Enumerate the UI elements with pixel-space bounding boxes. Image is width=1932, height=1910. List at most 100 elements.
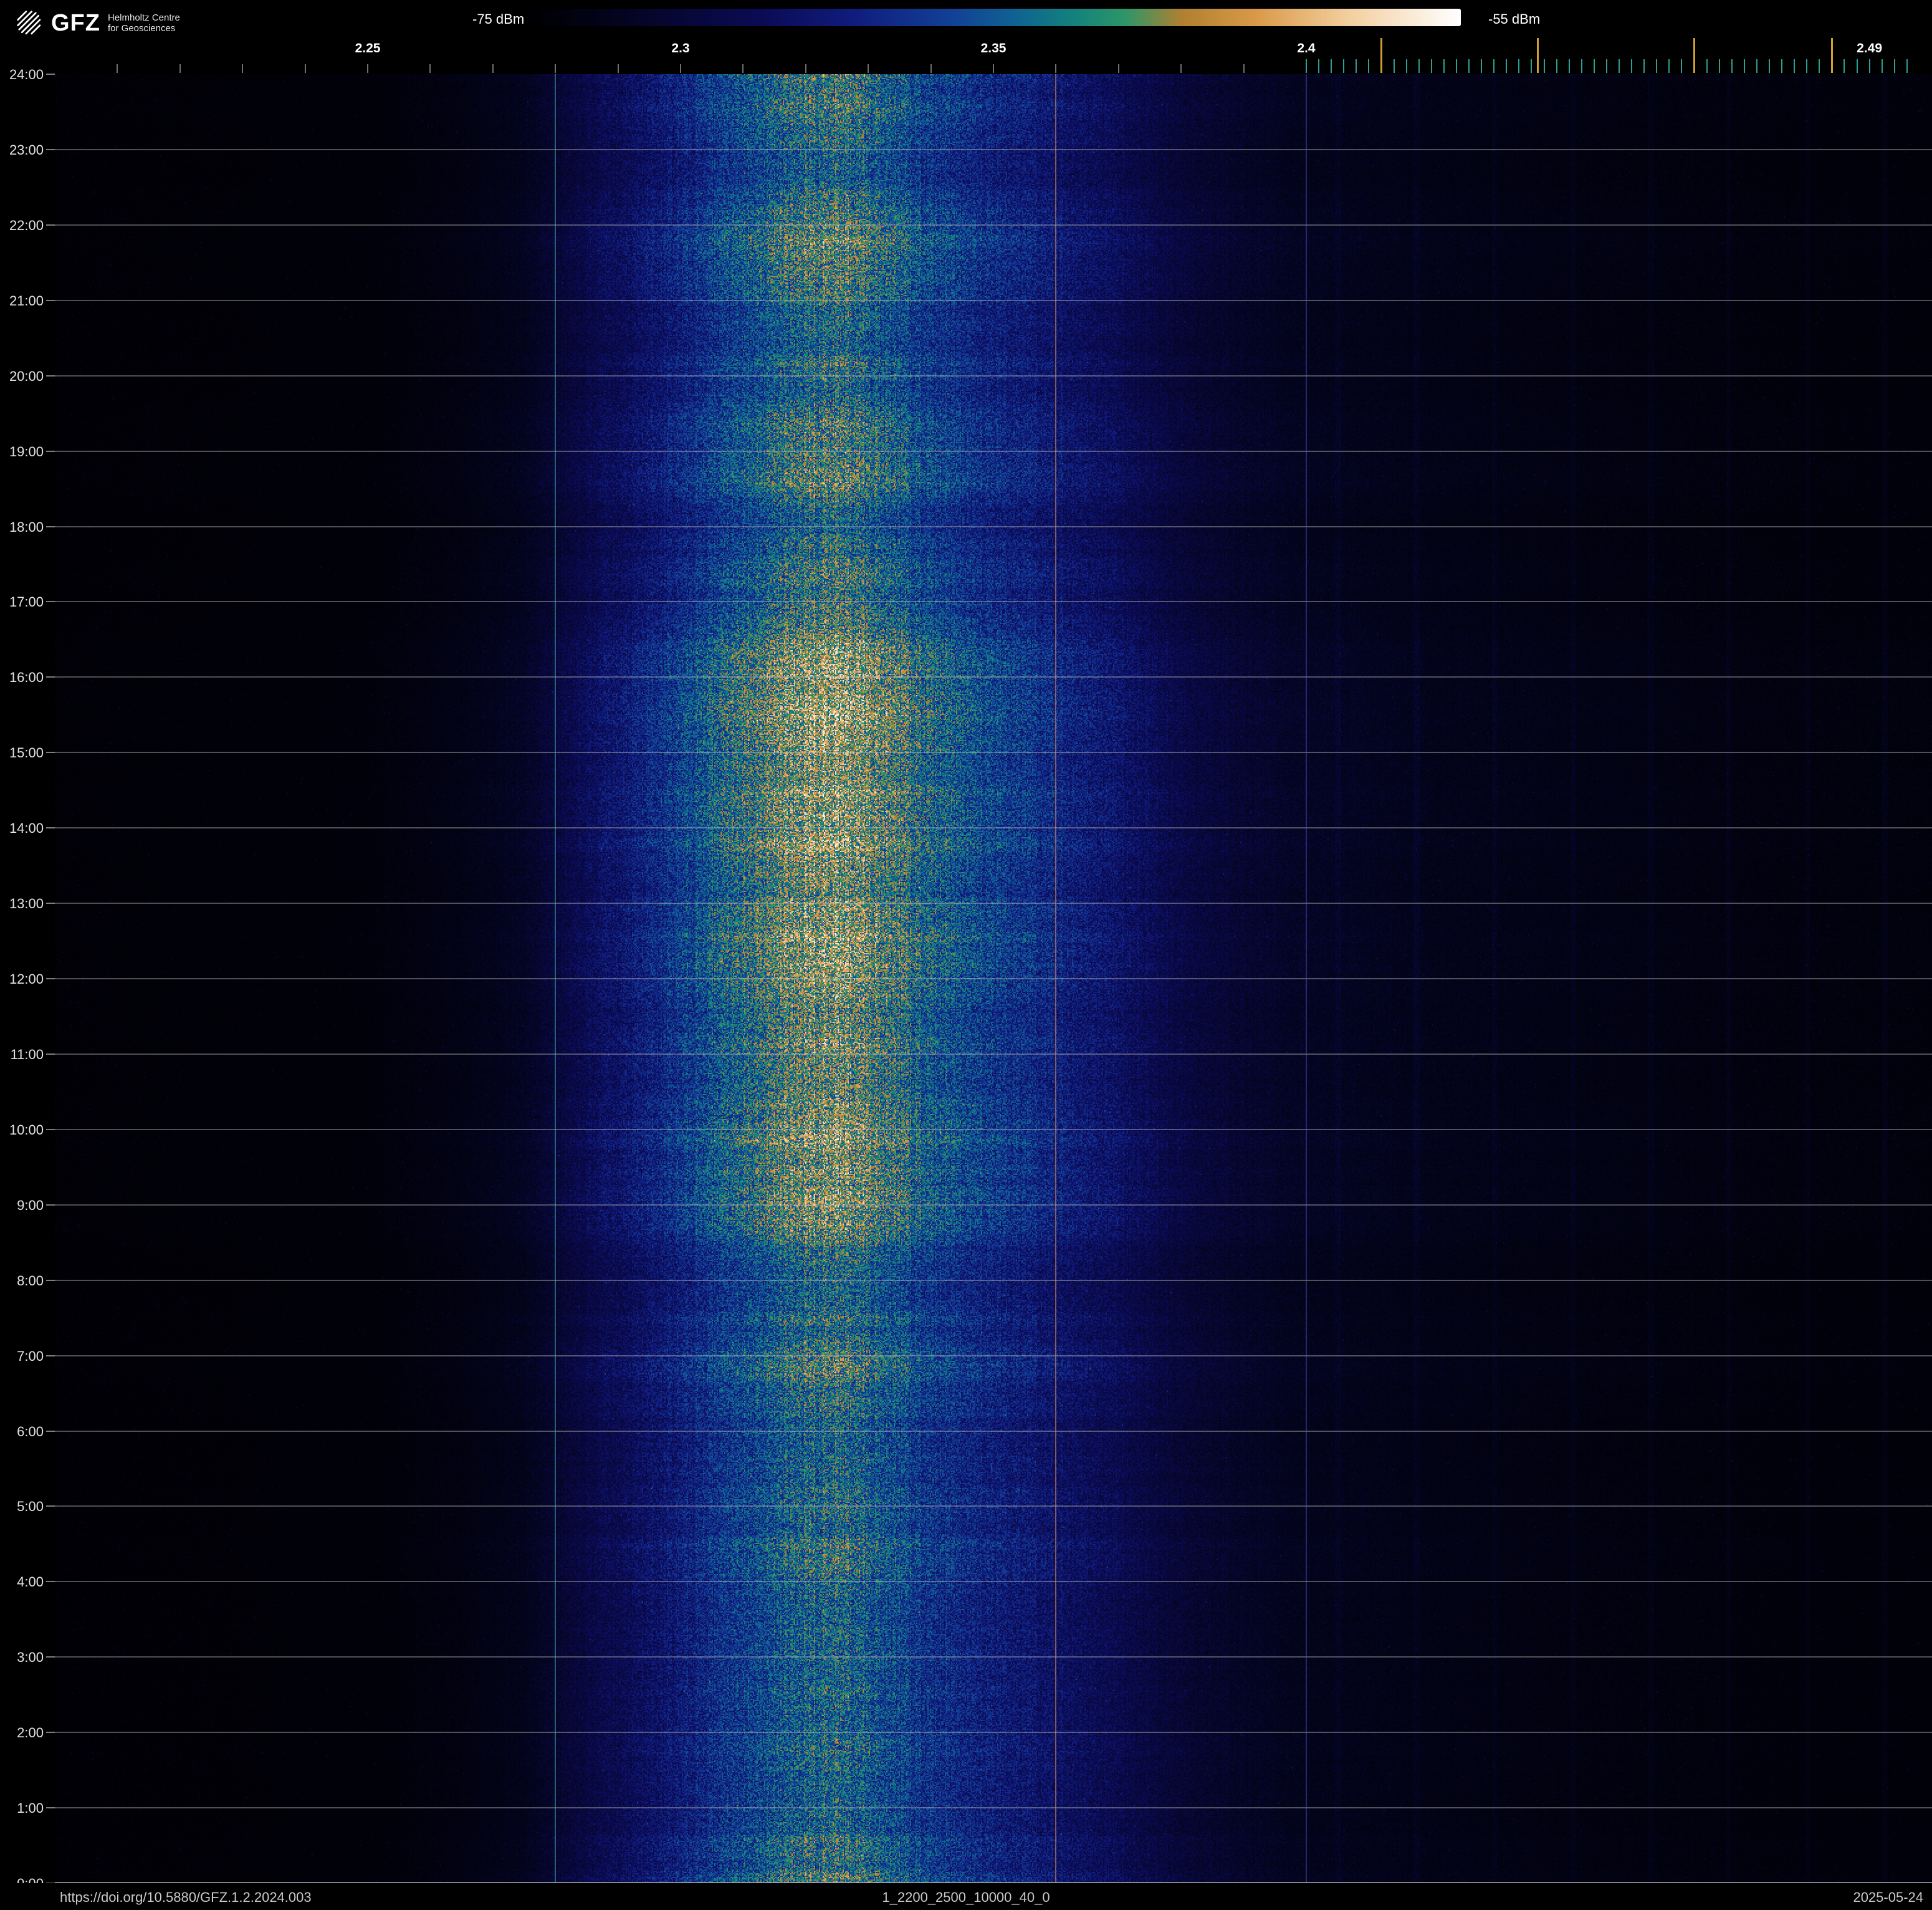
ism-channel-tick bbox=[1493, 59, 1495, 73]
ism-channel-tick bbox=[1356, 59, 1357, 73]
hour-axis-tick bbox=[46, 827, 55, 829]
frequency-tick-label: 2.4 bbox=[1297, 41, 1316, 55]
time-tick-label: 5:00 bbox=[17, 1499, 44, 1515]
ism-channel-tick bbox=[1556, 59, 1557, 73]
hour-gridline bbox=[55, 1355, 1932, 1356]
frequency-marker-line bbox=[555, 74, 557, 1883]
ism-channel-tick bbox=[1593, 59, 1595, 73]
hour-axis-tick bbox=[46, 1053, 55, 1055]
hour-axis-tick bbox=[46, 1505, 55, 1507]
hour-gridline bbox=[55, 752, 1932, 754]
ism-channel-tick bbox=[1856, 59, 1858, 73]
time-tick-label: 11:00 bbox=[10, 1046, 44, 1062]
hour-gridline bbox=[55, 1732, 1932, 1734]
ism-channel-tick bbox=[1656, 59, 1658, 73]
ism-channel-tick bbox=[1506, 59, 1508, 73]
hour-gridline bbox=[55, 1430, 1932, 1432]
hour-gridline bbox=[55, 676, 1932, 678]
hour-gridline bbox=[55, 224, 1932, 226]
spectrogram-page: GFZ Helmholtz Centre for Geosciences -75… bbox=[0, 0, 1932, 1910]
hour-gridline bbox=[55, 299, 1932, 301]
ism-channel-tick bbox=[1455, 59, 1457, 73]
ism-channel-tick bbox=[1731, 59, 1733, 73]
wifi-channel-marker-tick bbox=[1380, 38, 1383, 73]
frequency-minor-tick bbox=[179, 64, 181, 73]
colorbar-max-label: -55 dBm bbox=[1488, 11, 1541, 27]
brand-subtitle: Helmholtz Centre for Geosciences bbox=[108, 12, 180, 34]
time-tick-label: 22:00 bbox=[9, 217, 44, 233]
ism-channel-tick bbox=[1543, 59, 1545, 73]
wifi-channel-marker-tick bbox=[1831, 38, 1834, 73]
ism-channel-tick bbox=[1443, 59, 1445, 73]
footer: https://doi.org/10.5880/GFZ.1.2.2024.003… bbox=[0, 1883, 1932, 1910]
frequency-minor-tick bbox=[617, 64, 619, 73]
time-tick-label: 20:00 bbox=[9, 368, 44, 384]
hour-gridline bbox=[55, 903, 1932, 905]
frequency-marker-line bbox=[1055, 74, 1057, 1883]
ism-channel-tick bbox=[1643, 59, 1645, 73]
frequency-minor-tick bbox=[1055, 64, 1057, 73]
frequency-minor-tick bbox=[805, 64, 806, 73]
ism-channel-tick bbox=[1768, 59, 1770, 73]
hour-gridline bbox=[55, 827, 1932, 829]
hour-axis-tick bbox=[46, 676, 55, 678]
ism-channel-tick bbox=[1806, 59, 1808, 73]
ism-channel-tick bbox=[1893, 59, 1895, 73]
wifi-channel-marker-tick bbox=[1693, 38, 1696, 73]
colorbar-gradient bbox=[531, 9, 1461, 26]
ism-channel-tick bbox=[1668, 59, 1670, 73]
hour-gridline bbox=[55, 375, 1932, 377]
brand-text: GFZ bbox=[51, 9, 100, 36]
time-tick-label: 9:00 bbox=[17, 1197, 44, 1213]
ism-channel-tick bbox=[1718, 59, 1720, 73]
ism-channel-tick bbox=[1331, 59, 1332, 73]
hour-gridline bbox=[55, 1053, 1932, 1055]
ism-channel-tick bbox=[1581, 59, 1582, 73]
frequency-minor-tick bbox=[555, 64, 557, 73]
ism-channel-tick bbox=[1881, 59, 1883, 73]
hour-axis-tick bbox=[46, 375, 55, 377]
time-tick-label: 24:00 bbox=[9, 67, 44, 82]
hour-gridline bbox=[55, 1581, 1932, 1583]
frequency-minor-tick bbox=[1117, 64, 1119, 73]
ism-channel-tick bbox=[1868, 59, 1870, 73]
frequency-minor-tick bbox=[304, 64, 306, 73]
hour-axis-tick bbox=[46, 299, 55, 301]
ism-channel-tick bbox=[1631, 59, 1633, 73]
hour-gridline bbox=[55, 601, 1932, 603]
ism-channel-tick bbox=[1518, 59, 1520, 73]
hour-gridline bbox=[55, 1807, 1932, 1809]
ism-channel-tick bbox=[1619, 59, 1620, 73]
frequency-minor-tick bbox=[367, 64, 368, 73]
frequency-minor-tick bbox=[868, 64, 869, 73]
hour-axis-tick bbox=[46, 1279, 55, 1281]
ism-channel-tick bbox=[1743, 59, 1745, 73]
ism-channel-tick bbox=[1318, 59, 1320, 73]
ism-channel-tick bbox=[1794, 59, 1796, 73]
date-text: 2025-05-24 bbox=[1853, 1889, 1923, 1905]
hour-gridline bbox=[55, 1279, 1932, 1281]
frequency-minor-tick bbox=[680, 64, 681, 73]
hour-axis-tick bbox=[46, 903, 55, 905]
hour-axis-tick bbox=[46, 1581, 55, 1583]
time-tick-label: 19:00 bbox=[9, 443, 44, 459]
time-tick-label: 6:00 bbox=[17, 1423, 44, 1439]
ism-channel-tick bbox=[1430, 59, 1432, 73]
hour-axis-tick bbox=[46, 1430, 55, 1432]
hour-gridline bbox=[55, 1505, 1932, 1507]
time-tick-label: 13:00 bbox=[9, 896, 44, 912]
frequency-minor-tick bbox=[742, 64, 744, 73]
frequency-minor-tick bbox=[242, 64, 244, 73]
colorbar-min-label: -75 dBm bbox=[472, 11, 525, 27]
time-tick-label: 12:00 bbox=[9, 971, 44, 987]
frequency-tick-label: 2.25 bbox=[355, 41, 381, 55]
time-tick-label: 7:00 bbox=[17, 1348, 44, 1364]
dataset-id-text: 1_2200_2500_10000_40_0 bbox=[882, 1889, 1050, 1905]
time-tick-label: 17:00 bbox=[9, 594, 44, 610]
hour-axis-tick bbox=[46, 525, 55, 527]
ism-channel-tick bbox=[1906, 59, 1908, 73]
ism-channel-tick bbox=[1706, 59, 1708, 73]
brand-subtitle-line1: Helmholtz Centre bbox=[107, 12, 180, 23]
ism-channel-tick bbox=[1368, 59, 1370, 73]
header: GFZ Helmholtz Centre for Geosciences -75… bbox=[0, 0, 1932, 74]
